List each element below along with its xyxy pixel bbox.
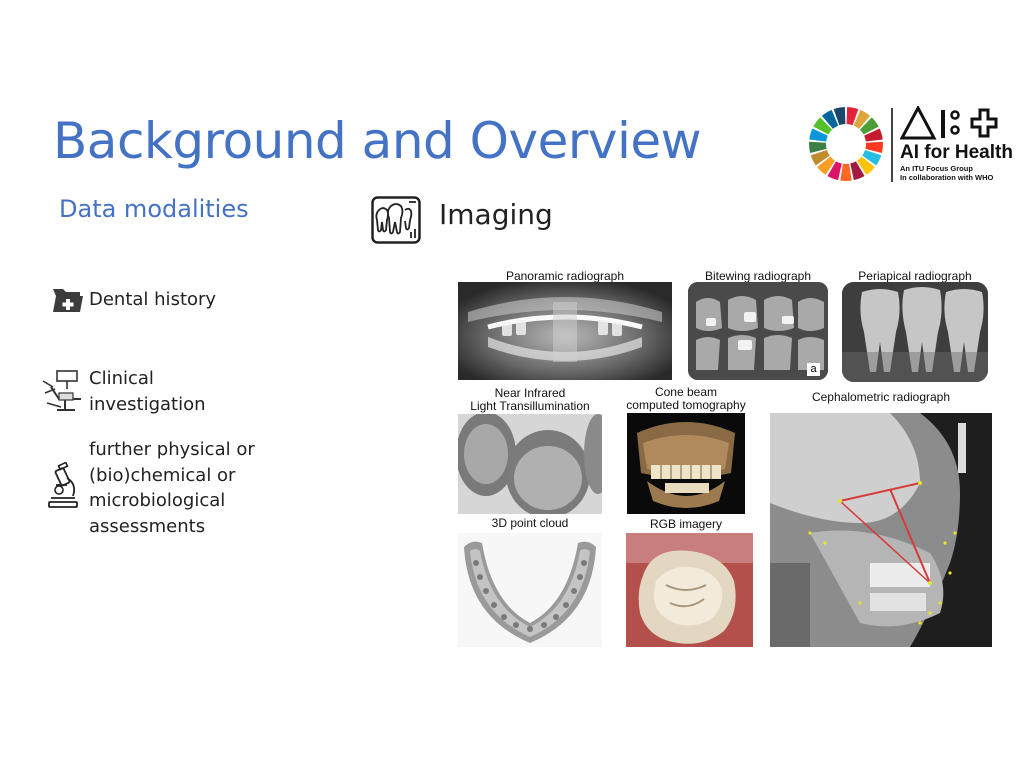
logo-line-1: An ITU Focus Group	[900, 164, 973, 173]
bitewing-mark: a	[807, 363, 820, 376]
microscope-icon	[45, 461, 81, 510]
dental-chair-icon	[41, 367, 85, 415]
modality-further-label: further physical or (bio)chemical or mic…	[89, 439, 255, 537]
ai-for-health-logo: AI for Health An ITU Focus Group In coll…	[808, 106, 1022, 184]
bitewing-radiograph-image: a	[688, 282, 828, 380]
nir-transillumination-image	[458, 414, 602, 514]
sdg-wheel-icon	[809, 107, 883, 181]
caption-rgb: RGB imagery	[649, 517, 723, 531]
ai-plus-icon	[900, 106, 998, 140]
point-cloud-image	[458, 533, 602, 647]
modality-dental-history: Dental history	[89, 289, 217, 310]
cbct-image	[627, 413, 745, 514]
tooth-xray-icon	[371, 196, 421, 244]
logo-name: AI for Health	[900, 142, 1013, 163]
medical-folder-icon	[52, 285, 84, 313]
rgb-imagery-image	[626, 533, 753, 647]
modality-clinical-label: Clinical investigation	[89, 368, 206, 415]
caption-nir-line2: Light Transillumination	[470, 399, 590, 413]
section-subtitle: Data modalities	[59, 195, 249, 223]
cephalometric-radiograph-image	[770, 413, 992, 647]
panoramic-radiograph-image	[458, 282, 672, 380]
caption-cbct-line2: computed tomography	[626, 398, 746, 412]
modality-clinical-investigation: Clinical investigation	[89, 366, 249, 417]
caption-ceph: Cephalometric radiograph	[811, 390, 951, 404]
periapical-radiograph-image	[842, 282, 988, 382]
page-title: Background and Overview	[53, 112, 702, 170]
caption-pointcloud: 3D point cloud	[491, 516, 569, 530]
imaging-label: Imaging	[439, 198, 553, 231]
modality-further-assessments: further physical or (bio)chemical or mic…	[89, 437, 259, 539]
logo-line-2: In collaboration with WHO	[900, 173, 994, 182]
